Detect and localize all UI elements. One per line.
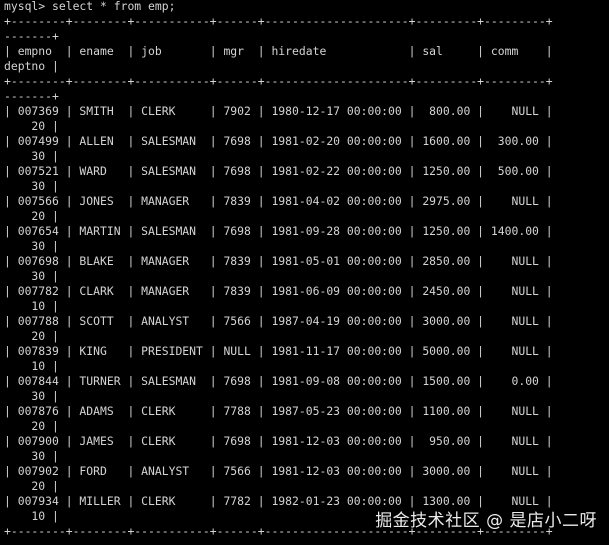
terminal-line: 30 | <box>4 179 59 193</box>
terminal-window[interactable]: mysql> select * from emp; +--------+-----… <box>0 0 609 545</box>
terminal-line: | 007839 | KING | PRESIDENT | NULL | 198… <box>4 344 553 358</box>
terminal-line: 30 | <box>4 449 59 463</box>
terminal-line: | 007900 | JAMES | CLERK | 7698 | 1981-1… <box>4 434 553 448</box>
terminal-line: +--------+--------+-----------+------+--… <box>4 14 553 28</box>
terminal-line: | 007654 | MARTIN | SALESMAN | 7698 | 19… <box>4 224 553 238</box>
terminal-line: 20 | <box>4 209 59 223</box>
terminal-line: | 007521 | WARD | SALESMAN | 7698 | 1981… <box>4 164 553 178</box>
terminal-line: | 007369 | SMITH | CLERK | 7902 | 1980-1… <box>4 104 553 118</box>
terminal-line: -------+ <box>4 89 59 103</box>
terminal-line: deptno | <box>4 59 59 73</box>
terminal-line: | 007566 | JONES | MANAGER | 7839 | 1981… <box>4 194 553 208</box>
terminal-line: | 007499 | ALLEN | SALESMAN | 7698 | 198… <box>4 134 553 148</box>
terminal-line: | 007788 | SCOTT | ANALYST | 7566 | 1987… <box>4 314 553 328</box>
terminal-line: | 007698 | BLAKE | MANAGER | 7839 | 1981… <box>4 254 553 268</box>
watermark: 掘金技术社区 @ 是店小二呀 <box>375 511 597 531</box>
terminal-line: 10 | <box>4 359 59 373</box>
terminal-output: mysql> select * from emp; +--------+-----… <box>4 0 553 539</box>
terminal-line: | 007902 | FORD | ANALYST | 7566 | 1981-… <box>4 464 553 478</box>
terminal-line: 10 | <box>4 299 59 313</box>
terminal-line: | 007782 | CLARK | MANAGER | 7839 | 1981… <box>4 284 553 298</box>
terminal-line: 20 | <box>4 419 59 433</box>
terminal-line: | empno | ename | job | mgr | hiredate |… <box>4 44 553 58</box>
terminal-line: 20 | <box>4 329 59 343</box>
terminal-line: 30 | <box>4 149 59 163</box>
terminal-line: mysql> select * from emp; <box>4 0 176 13</box>
terminal-line: 30 | <box>4 389 59 403</box>
terminal-line: 20 | <box>4 119 59 133</box>
terminal-line: | 007876 | ADAMS | CLERK | 7788 | 1987-0… <box>4 404 553 418</box>
terminal-line: 20 | <box>4 479 59 493</box>
terminal-line: 30 | <box>4 269 59 283</box>
terminal-line: +--------+--------+-----------+------+--… <box>4 74 553 88</box>
terminal-line: 30 | <box>4 239 59 253</box>
terminal-line: | 007844 | TURNER | SALESMAN | 7698 | 19… <box>4 374 553 388</box>
terminal-line: -------+ <box>4 29 59 43</box>
